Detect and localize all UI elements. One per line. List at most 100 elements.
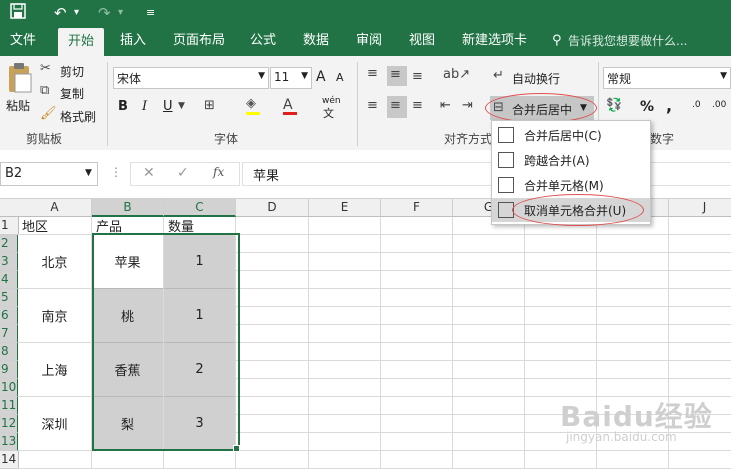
tab-new[interactable]: 新建选项卡 [462, 26, 527, 56]
phonetic-icon[interactable]: wén 文 [320, 96, 341, 120]
chevron-down-icon: ▼ [258, 71, 265, 81]
paste-button[interactable]: 粘贴 [6, 97, 30, 114]
row-header-9[interactable]: 9 [0, 361, 19, 379]
row-header-10[interactable]: 10 [0, 379, 19, 397]
fill-handle[interactable] [233, 445, 240, 452]
tab-insert[interactable]: 插入 [120, 26, 146, 56]
column-header-f[interactable]: F [381, 199, 453, 217]
column-header-d[interactable]: D [236, 199, 309, 217]
chevron-down-icon[interactable]: ▼ [178, 101, 185, 111]
align-right-icon[interactable]: ≡ [412, 98, 423, 113]
fill-color-icon[interactable]: ◈ [246, 96, 256, 111]
cell-c1[interactable]: 数量 [165, 217, 238, 235]
tab-formulas[interactable]: 公式 [250, 26, 276, 56]
cell-region[interactable]: 南京 [18, 289, 91, 342]
row-header-2[interactable]: 2 [0, 235, 19, 253]
font-name-select[interactable]: 宋体 ▼ [113, 67, 269, 89]
font-size-select[interactable]: 11 ▼ [270, 67, 312, 89]
row-header-7[interactable]: 7 [0, 325, 19, 343]
row-header-12[interactable]: 12 [0, 415, 19, 433]
wrap-text-icon[interactable]: ↵ [493, 68, 504, 83]
row-header-3[interactable]: 3 [0, 253, 19, 271]
cell-region[interactable]: 上海 [18, 343, 91, 396]
select-all-corner[interactable] [0, 199, 19, 217]
number-format-select[interactable]: 常规 ▼ [603, 67, 731, 89]
row-header-1[interactable]: 1 [0, 217, 19, 235]
row-header-8[interactable]: 8 [0, 343, 19, 361]
row-header-14[interactable]: 14 [0, 451, 19, 469]
phonetic-bottom: 文 [323, 107, 334, 120]
row-header-5[interactable]: 5 [0, 289, 19, 307]
undo-icon[interactable]: ↶ [54, 3, 67, 23]
more-icon: ⋮ [110, 165, 122, 179]
italic-button[interactable]: I [142, 99, 147, 114]
wrap-text-button[interactable]: 自动换行 [512, 70, 560, 87]
tab-data[interactable]: 数据 [303, 26, 329, 56]
row-header-13[interactable]: 13 [0, 433, 19, 451]
copy-button[interactable]: 复制 [60, 85, 84, 102]
format-painter-icon[interactable]: 🖌 [40, 106, 57, 121]
align-top-icon[interactable]: ≡ [367, 66, 378, 81]
merge-cells-icon [498, 177, 514, 193]
tab-view[interactable]: 视图 [409, 26, 435, 56]
comma-button[interactable]: , [666, 96, 672, 115]
tab-page-layout[interactable]: 页面布局 [173, 26, 225, 56]
undo-dropdown-icon[interactable]: ▾ [74, 3, 79, 23]
cell-region[interactable]: 北京 [18, 235, 91, 288]
row-header-6[interactable]: 6 [0, 307, 19, 325]
decrease-decimal-button[interactable]: .00 [712, 100, 726, 110]
column-header-c[interactable]: C [164, 199, 236, 217]
row-header-11[interactable]: 11 [0, 397, 19, 415]
merge-center-icon [498, 127, 514, 143]
name-box[interactable]: B2 ▼ [0, 162, 98, 186]
cancel-icon[interactable]: ✕ [143, 165, 155, 181]
column-header-a[interactable]: A [18, 199, 92, 217]
orientation-icon[interactable]: ab↗ [443, 67, 470, 82]
menu-item-merge-across[interactable]: 跨越合并(A) [492, 148, 650, 172]
bold-button[interactable]: B [118, 99, 128, 114]
cell-a1[interactable]: 地区 [19, 217, 94, 235]
menu-item-merge-center[interactable]: 合并后居中(C) [492, 123, 650, 147]
border-icon[interactable]: ⊞ [204, 98, 215, 113]
increase-decimal-button[interactable]: .0 [692, 100, 701, 110]
save-icon[interactable] [10, 3, 26, 24]
align-left-icon[interactable]: ≡ [367, 98, 378, 113]
font-name-value: 宋体 [117, 72, 142, 86]
redo-dropdown-icon[interactable]: ▾ [118, 3, 123, 23]
tab-review[interactable]: 审阅 [356, 26, 382, 56]
tell-me-box[interactable]: 告诉我您想要做什么... [568, 26, 687, 56]
decrease-indent-icon[interactable]: ⇤ [440, 98, 451, 113]
highlight-oval [485, 93, 597, 123]
enter-icon[interactable]: ✓ [177, 165, 189, 181]
copy-icon[interactable]: ⧉ [40, 83, 49, 98]
percent-button[interactable]: % [640, 99, 654, 115]
column-header-j[interactable]: J [669, 199, 731, 217]
cut-button[interactable]: 剪切 [60, 63, 84, 80]
formula-input[interactable]: 苹果 [242, 162, 731, 186]
cell-b1[interactable]: 产品 [93, 217, 166, 235]
tab-home[interactable]: 开始 [58, 28, 105, 56]
tab-file[interactable]: 文件 [10, 26, 36, 56]
increase-indent-icon[interactable]: ⇥ [462, 98, 473, 113]
currency-icon[interactable]: 💱 [606, 98, 622, 113]
number-group-label: 数字 [650, 132, 675, 146]
cell-region[interactable]: 深圳 [18, 397, 91, 450]
cut-icon[interactable]: ✂ [40, 61, 51, 76]
redo-icon[interactable]: ↷ [98, 3, 111, 23]
formula-buttons: ✕ ✓ fx [130, 162, 240, 186]
grow-font-button[interactable]: A [316, 69, 326, 85]
font-color-icon[interactable]: A [283, 97, 293, 113]
insert-function-icon[interactable]: fx [213, 165, 224, 179]
align-middle-icon[interactable]: ≡ [387, 66, 407, 86]
align-center-icon[interactable]: ≡ [387, 96, 407, 118]
shrink-font-button[interactable]: A [336, 71, 344, 84]
row-header-4[interactable]: 4 [0, 271, 19, 289]
number-format-value: 常规 [607, 72, 632, 86]
column-header-e[interactable]: E [309, 199, 381, 217]
format-painter-button[interactable]: 格式刷 [60, 108, 96, 125]
align-bottom-icon[interactable]: ≡ [412, 69, 423, 84]
column-header-b[interactable]: B [92, 199, 164, 217]
customize-icon[interactable]: ≡ [146, 3, 155, 23]
paste-icon[interactable] [6, 62, 34, 96]
underline-button[interactable]: U [163, 99, 173, 114]
